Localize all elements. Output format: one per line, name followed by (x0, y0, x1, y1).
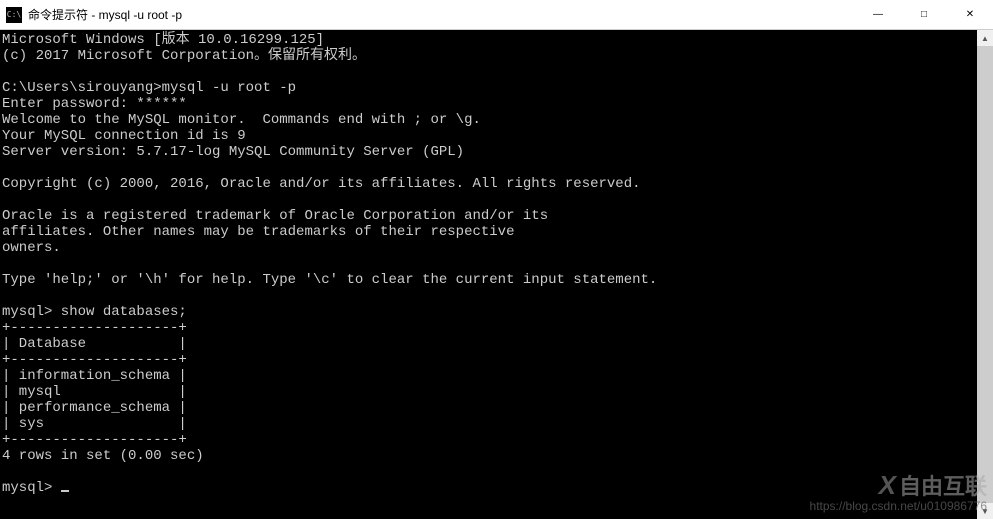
terminal-line (2, 256, 975, 272)
terminal-line: Oracle is a registered trademark of Orac… (2, 208, 975, 224)
terminal-line (2, 192, 975, 208)
terminal-line: Welcome to the MySQL monitor. Commands e… (2, 112, 975, 128)
close-button[interactable]: ✕ (947, 0, 993, 29)
terminal-line: | Database | (2, 336, 975, 352)
terminal-line: C:\Users\sirouyang>mysql -u root -p (2, 80, 975, 96)
terminal-line (2, 464, 975, 480)
cmd-icon: C:\ (6, 7, 22, 23)
window-title: 命令提示符 - mysql -u root -p (28, 6, 855, 23)
scroll-thumb[interactable] (977, 46, 993, 503)
terminal-line: affiliates. Other names may be trademark… (2, 224, 975, 240)
window-controls: — □ ✕ (855, 0, 993, 29)
terminal-line: | performance_schema | (2, 400, 975, 416)
terminal-line: Copyright (c) 2000, 2016, Oracle and/or … (2, 176, 975, 192)
scroll-up-arrow-icon[interactable]: ▲ (977, 30, 993, 46)
terminal-line: Microsoft Windows [版本 10.0.16299.125] (2, 32, 975, 48)
terminal-line: 4 rows in set (0.00 sec) (2, 448, 975, 464)
terminal-line: +--------------------+ (2, 320, 975, 336)
terminal-line: (c) 2017 Microsoft Corporation。保留所有权利。 (2, 48, 975, 64)
terminal-line: +--------------------+ (2, 432, 975, 448)
terminal-line: +--------------------+ (2, 352, 975, 368)
scroll-down-arrow-icon[interactable]: ▼ (977, 503, 993, 519)
terminal-line: mysql> show databases; (2, 304, 975, 320)
titlebar: C:\ 命令提示符 - mysql -u root -p — □ ✕ (0, 0, 993, 30)
terminal-line: Your MySQL connection id is 9 (2, 128, 975, 144)
maximize-button[interactable]: □ (901, 0, 947, 29)
scroll-track[interactable] (977, 46, 993, 503)
terminal-line: Enter password: ****** (2, 96, 975, 112)
terminal-line: owners. (2, 240, 975, 256)
terminal-line: | information_schema | (2, 368, 975, 384)
terminal-line: Type 'help;' or '\h' for help. Type '\c'… (2, 272, 975, 288)
terminal-line: mysql> (2, 480, 975, 496)
terminal-line: Server version: 5.7.17-log MySQL Communi… (2, 144, 975, 160)
terminal-line: | sys | (2, 416, 975, 432)
terminal-line (2, 160, 975, 176)
minimize-button[interactable]: — (855, 0, 901, 29)
terminal-line (2, 288, 975, 304)
vertical-scrollbar[interactable]: ▲ ▼ (977, 30, 993, 519)
terminal-area: Microsoft Windows [版本 10.0.16299.125](c)… (0, 30, 993, 519)
cursor-icon (61, 490, 69, 492)
terminal-output[interactable]: Microsoft Windows [版本 10.0.16299.125](c)… (0, 30, 977, 519)
terminal-line (2, 64, 975, 80)
terminal-line: | mysql | (2, 384, 975, 400)
